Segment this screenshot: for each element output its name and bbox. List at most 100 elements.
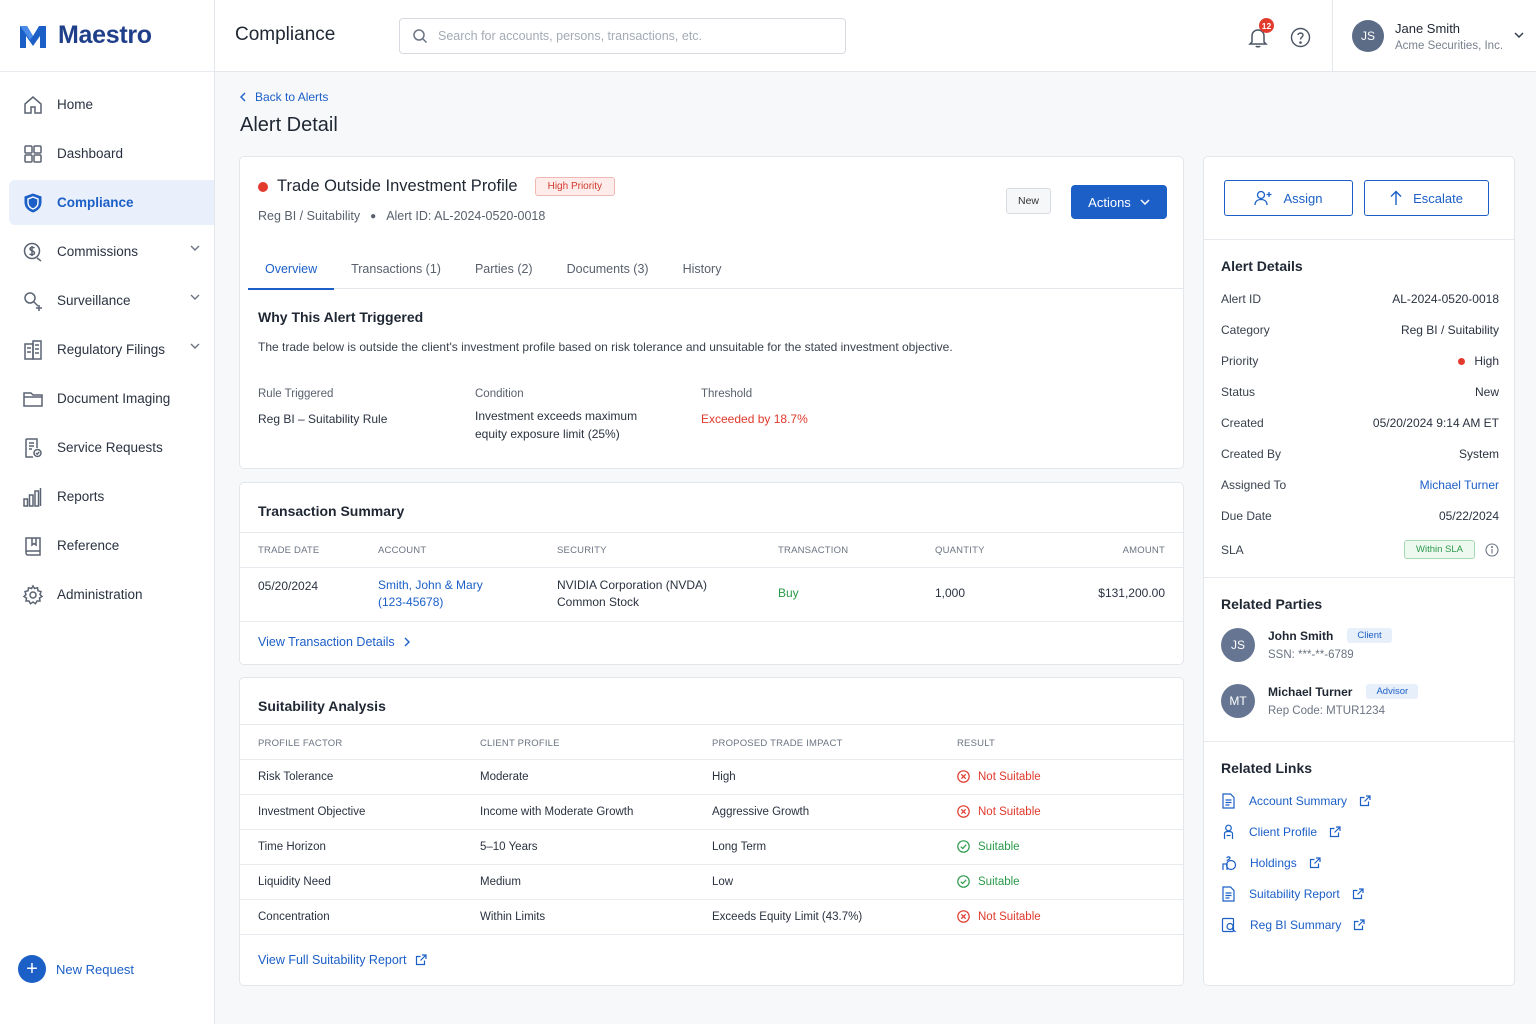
related-link-label: Account Summary — [1249, 794, 1348, 808]
detail-value: 05/20/2024 9:14 AM ET — [1372, 416, 1499, 430]
tab-overview[interactable]: Overview — [248, 249, 335, 290]
divider — [240, 567, 1183, 568]
actions-button[interactable]: Actions — [1071, 185, 1167, 219]
related-link-holdings[interactable]: Holdings — [1221, 855, 1321, 871]
quantity: 1,000 — [935, 586, 966, 600]
book-icon — [22, 535, 44, 557]
sidebar-item-dashboard[interactable]: Dashboard — [9, 131, 214, 176]
user-menu[interactable]: JS Jane Smith Acme Securities, Inc. — [1332, 0, 1536, 72]
related-link-client-profile[interactable]: Client Profile — [1221, 824, 1341, 840]
chevron-down-icon — [1514, 32, 1524, 38]
chevron-down-icon[interactable] — [190, 294, 200, 300]
tab-parties[interactable]: Parties (2) — [458, 249, 550, 289]
back-to-alerts-link[interactable]: Back to Alerts — [240, 90, 328, 104]
search-icon — [412, 28, 428, 44]
profile-factor: Investment Objective — [258, 806, 366, 818]
sidebar-item-compliance[interactable]: Compliance — [9, 180, 214, 225]
escalate-button[interactable]: Escalate — [1364, 180, 1489, 216]
help-icon[interactable] — [1290, 27, 1311, 48]
chevron-down-icon[interactable] — [190, 245, 200, 251]
search-document-icon — [1221, 917, 1237, 933]
column-header: SECURITY — [557, 545, 607, 556]
column-header: AMOUNT — [1122, 545, 1165, 556]
party-ssn: SSN: ***-**-6789 — [1268, 649, 1354, 661]
threshold-value: Exceeded by 18.7% — [701, 412, 808, 426]
detail-value: High — [1474, 354, 1499, 368]
transaction-summary-title: Transaction Summary — [258, 503, 405, 519]
tab-history[interactable]: History — [666, 249, 739, 289]
party-item[interactable]: JS John Smith Client SSN: ***-**-6789 — [1221, 628, 1392, 662]
security: NVIDIA Corporation (NVDA) Common Stock — [557, 577, 707, 611]
party-item[interactable]: MT Michael Turner Advisor Rep Code: MTUR1… — [1221, 684, 1419, 718]
condition-label: Condition — [475, 388, 524, 400]
client-profile: Income with Moderate Growth — [480, 806, 634, 818]
chevron-down-icon[interactable] — [190, 343, 200, 349]
plus-icon: + — [18, 955, 46, 983]
divider — [240, 934, 1183, 935]
why-alert-text: The trade below is outside the client's … — [258, 340, 953, 354]
chevron-right-icon — [395, 637, 410, 647]
client-profile: Moderate — [480, 771, 529, 783]
result-label: Not Suitable — [978, 910, 1041, 923]
amount: $131,200.00 — [1098, 586, 1165, 600]
alert-category: Reg BI / Suitability — [258, 209, 361, 223]
new-request-label: New Request — [56, 961, 135, 977]
notification-badge: 12 — [1259, 18, 1274, 33]
sidebar-item-service-requests[interactable]: Service Requests — [9, 425, 214, 470]
status-badge: New — [1006, 188, 1052, 214]
column-header: TRADE DATE — [258, 545, 320, 556]
sidebar-item-surveillance[interactable]: Surveillance — [9, 278, 214, 323]
brand[interactable]: Maestro — [0, 0, 214, 72]
new-request-button[interactable]: + New Request — [18, 955, 134, 983]
sidebar-item-reports[interactable]: Reports — [9, 474, 214, 519]
sidebar-item-reference[interactable]: Reference — [9, 523, 214, 568]
column-header: TRANSACTION — [778, 545, 849, 556]
detail-key: Status — [1221, 385, 1256, 399]
detail-created: Created 05/20/2024 9:14 AM ET — [1221, 416, 1499, 430]
building-icon — [22, 339, 44, 361]
avatar: MT — [1221, 684, 1255, 718]
sidebar-item-label: Document Imaging — [57, 391, 171, 406]
related-link-account-summary[interactable]: Account Summary — [1221, 793, 1371, 809]
result: Not Suitable — [957, 805, 1041, 818]
sidebar-item-regulatory-filings[interactable]: Regulatory Filings — [9, 327, 214, 372]
result: Not Suitable — [957, 910, 1041, 923]
view-transaction-details-link[interactable]: View Transaction Details — [258, 635, 410, 649]
shield-icon — [22, 192, 44, 214]
detail-key: Alert ID — [1221, 292, 1262, 306]
related-link-suitability-report[interactable]: Suitability Report — [1221, 886, 1364, 902]
tab-documents[interactable]: Documents (3) — [550, 249, 666, 289]
assign-label: Assign — [1283, 190, 1323, 206]
section-title: Compliance — [235, 24, 336, 45]
sidebar-item-document-imaging[interactable]: Document Imaging — [9, 376, 214, 421]
assign-button[interactable]: Assign — [1224, 180, 1353, 216]
related-link-reg-bi-summary[interactable]: Reg BI Summary — [1221, 917, 1365, 933]
dashboard-icon — [22, 143, 44, 165]
detail-key: Priority — [1221, 354, 1259, 368]
actions-label: Actions — [1088, 194, 1131, 210]
sidebar-item-commissions[interactable]: Commissions — [9, 229, 214, 274]
transaction-type: Buy — [778, 586, 799, 600]
search-input[interactable] — [438, 29, 818, 43]
avatar: JS — [1221, 628, 1255, 662]
sidebar-nav: Home Dashboard Compliance Commissions Su… — [0, 72, 214, 617]
info-icon[interactable] — [1485, 542, 1499, 557]
brand-name: Maestro — [58, 21, 152, 49]
column-header: RESULT — [957, 738, 995, 749]
trade-impact: Aggressive Growth — [712, 806, 810, 818]
account-link[interactable]: Smith, John & Mary (123-45678) — [378, 577, 483, 611]
divider — [240, 621, 1183, 622]
alert-id: Alert ID: AL-2024-0520-0018 — [386, 209, 546, 223]
tab-transactions[interactable]: Transactions (1) — [334, 249, 458, 289]
account-number: (123-45678) — [378, 595, 444, 609]
view-full-suitability-report-link[interactable]: View Full Suitability Report — [258, 953, 428, 967]
related-links-title: Related Links — [1221, 760, 1313, 776]
search-box[interactable] — [399, 18, 846, 54]
sidebar-item-administration[interactable]: Administration — [9, 572, 214, 617]
condition: Condition Investment exceeds maximum equ… — [475, 388, 637, 443]
assigned-to-link[interactable]: Michael Turner — [1420, 478, 1499, 492]
sidebar-item-home[interactable]: Home — [9, 82, 214, 127]
table-row: Time Horizon 5–10 Years Long Term Suitab… — [240, 829, 1183, 864]
why-alert-title: Why This Alert Triggered — [258, 309, 424, 325]
column-header: QUANTITY — [935, 545, 985, 556]
